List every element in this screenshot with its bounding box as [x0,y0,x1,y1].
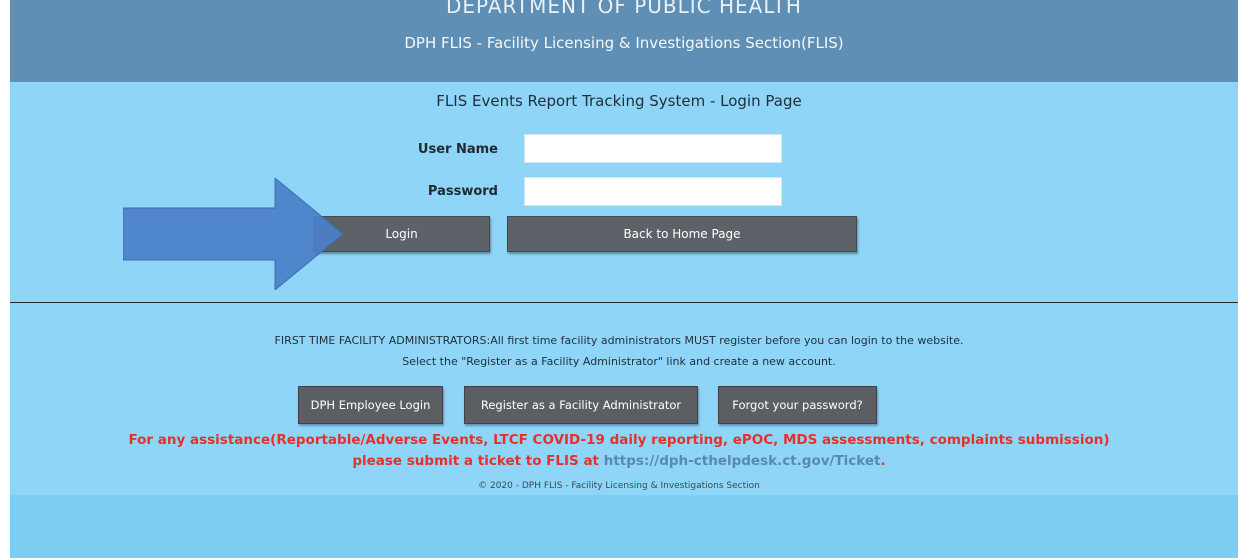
register-instruction: Select the "Register as a Facility Admin… [402,355,836,368]
section-title: DPH FLIS - Facility Licensing & Investig… [404,34,844,52]
department-title: DEPARTMENT OF PUBLIC HEALTH [446,0,802,18]
register-facility-admin-button[interactable]: Register as a Facility Administrator [464,386,698,424]
username-input[interactable] [524,134,782,163]
assistance-prefix: please submit a ticket to FLIS at [352,453,604,469]
username-label: User Name [417,142,498,157]
forgot-password-button[interactable]: Forgot your password? [718,386,877,424]
assistance-suffix: . [880,453,886,469]
right-arrow-icon [123,178,343,290]
copyright-footer: © 2020 - DPH FLIS - Facility Licensing &… [478,481,760,491]
password-input[interactable] [524,177,782,206]
back-to-home-button[interactable]: Back to Home Page [507,216,857,252]
first-time-notice: FIRST TIME FACILITY ADMINISTRATORS:All f… [274,334,964,347]
password-label: Password [427,184,498,199]
section-divider [10,302,1238,303]
site-header: DEPARTMENT OF PUBLIC HEALTH DPH FLIS - F… [10,0,1238,82]
assistance-message: For any assistance(Reportable/Adverse Ev… [128,432,1110,448]
dph-employee-login-button[interactable]: DPH Employee Login [298,386,443,424]
ticket-link[interactable]: https://dph-cthelpdesk.ct.gov/Ticket [604,453,881,469]
assistance-ticket-line: please submit a ticket to FLIS at https:… [0,453,1238,469]
page-title: FLIS Events Report Tracking System - Log… [436,92,802,110]
